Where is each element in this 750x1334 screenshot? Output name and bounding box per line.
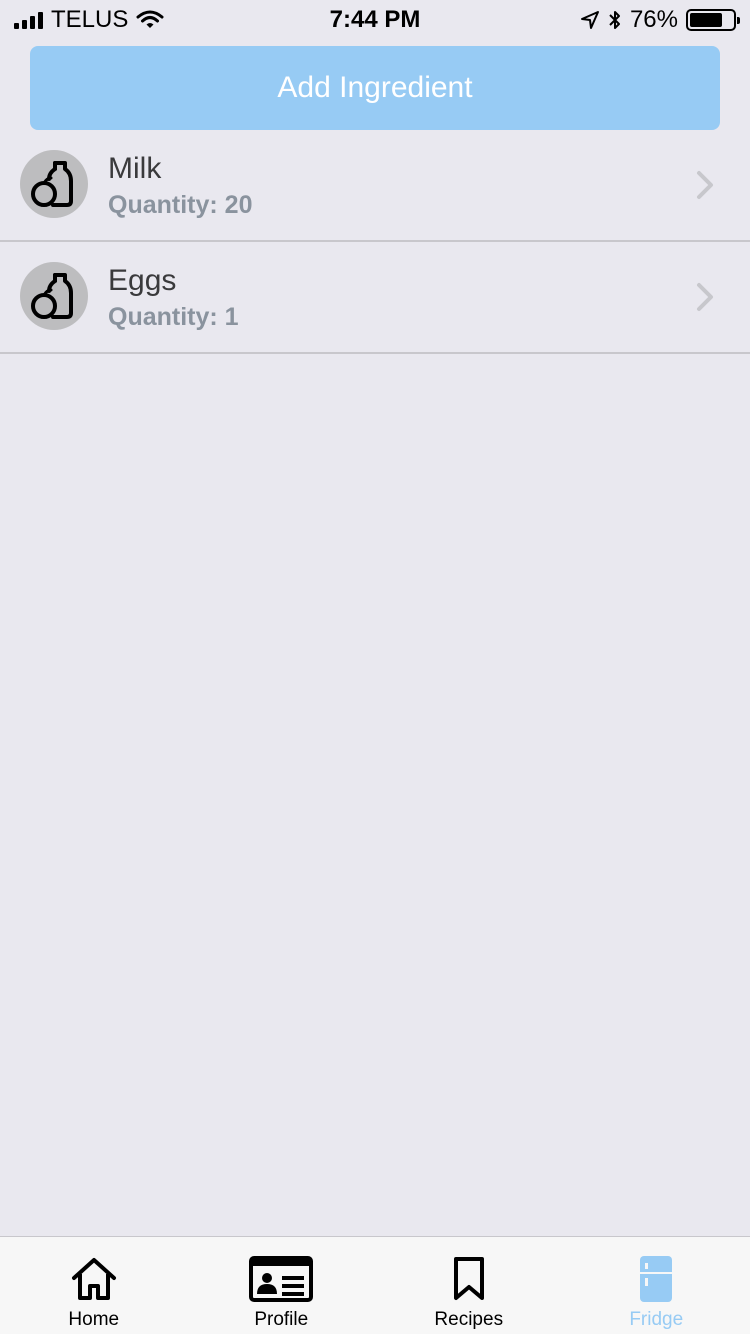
chevron-right-icon [697, 283, 713, 311]
ingredient-quantity: Quantity: 20 [108, 191, 253, 219]
fridge-screen: TELUS 7:44 PM 76% Add Ingredient Milk Qu… [0, 0, 750, 1334]
location-arrow-icon [580, 11, 599, 29]
ingredient-name: Eggs [108, 264, 177, 297]
wifi-icon [136, 10, 164, 28]
status-right: 76% [580, 6, 740, 34]
tab-home[interactable]: Home [0, 1237, 188, 1334]
id-card-icon [249, 1253, 314, 1305]
battery-fill [690, 13, 722, 27]
tab-label: Profile [254, 1309, 309, 1330]
signal-strength-icon [14, 11, 43, 29]
list-item[interactable]: Eggs Quantity: 1 [0, 242, 750, 354]
tab-label: Fridge [629, 1309, 684, 1330]
carrier-name: TELUS [51, 6, 129, 33]
battery-percent: 76% [629, 6, 678, 33]
ingredient-name: Milk [108, 152, 162, 185]
add-ingredient-button[interactable]: Add Ingredient [30, 46, 720, 130]
bluetooth-icon [609, 11, 620, 29]
chevron-right-icon [697, 171, 713, 199]
tab-label: Home [68, 1309, 120, 1330]
list-item[interactable]: Milk Quantity: 20 [0, 130, 750, 242]
status-left: TELUS [14, 6, 164, 34]
tab-profile[interactable]: Profile [188, 1237, 376, 1334]
fridge-icon [639, 1253, 673, 1305]
tab-label: Recipes [434, 1309, 504, 1330]
ingredient-list: Milk Quantity: 20 Eggs Quantity: 1 [0, 130, 750, 354]
tab-bar: Home Profile Recipes Fridge [0, 1236, 750, 1334]
milk-bottle-icon [20, 150, 88, 218]
battery-icon [686, 9, 740, 31]
item-text: Eggs Quantity: 1 [108, 264, 239, 332]
home-icon [70, 1253, 118, 1305]
status-bar: TELUS 7:44 PM 76% [0, 0, 750, 40]
item-text: Milk Quantity: 20 [108, 152, 252, 220]
ingredient-quantity: Quantity: 1 [108, 303, 239, 331]
tab-recipes[interactable]: Recipes [375, 1237, 563, 1334]
tab-fridge[interactable]: Fridge [563, 1237, 750, 1334]
bookmark-icon [452, 1253, 486, 1305]
milk-bottle-icon [20, 262, 88, 330]
